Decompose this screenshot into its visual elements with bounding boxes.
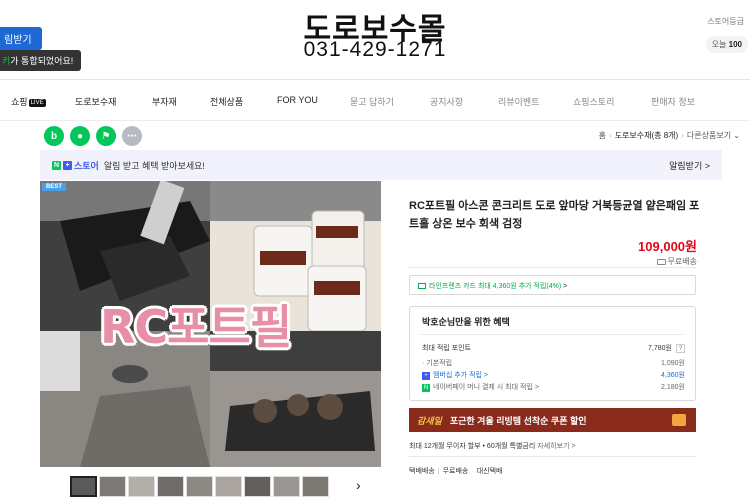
band-share-icon[interactable]: b (44, 126, 64, 146)
card-offer-prefix: 라인프렌즈 카드 최대 (429, 283, 493, 290)
basic-points-label: · 기본적립 (422, 360, 453, 367)
coupon-banner[interactable]: 감새일 포근한 겨울 리빙템 선착순 쿠폰 할인 (409, 408, 696, 432)
membership-points-value: 4,360원 (661, 372, 685, 379)
membership-points-label: + 멤버십 추가 적립 > (422, 370, 488, 380)
divider (409, 456, 696, 457)
delivery-note: 대신택배 (476, 468, 503, 475)
store-phone: 031-429-1271 (303, 38, 447, 61)
share-row: b ● ⚑ ⋯ (44, 126, 142, 146)
live-badge: LIVE (28, 99, 46, 107)
divider (420, 334, 685, 335)
thumbnail[interactable] (128, 476, 155, 497)
delivery-fee: 무료배송 (442, 468, 469, 475)
store-header: 도로보수몰 031-429-1271 림받기 키가 통합되었어요! 스토어등급 … (0, 0, 750, 80)
npay-points-row[interactable]: N 네이버페이 머니 결제 시 최대 적립 > 2,180원 (422, 382, 685, 392)
chevron-right-icon[interactable]: › (356, 477, 361, 493)
talk-share-icon[interactable]: ● (70, 126, 90, 146)
thumbnail[interactable] (186, 476, 213, 497)
naver-plus-logo: N + 스토어 (52, 160, 99, 171)
breadcrumb-home[interactable]: 홈 (599, 131, 606, 140)
banner-tag: 감새일 (417, 415, 442, 426)
thumbnail[interactable] (273, 476, 300, 497)
installment-info: 최대 12개월 무이자 할부 • 60개월 특별금리 자세히보기 > (409, 441, 575, 451)
nav-shopping-live[interactable]: 쇼핑 LIVE (11, 95, 46, 108)
product-price: 109,000원 (638, 239, 697, 254)
notice-brand: 스토어 (74, 160, 99, 171)
card-offer-button[interactable]: 라인프렌즈 카드 최대 4,360원 추가 적립(4%) > (409, 275, 696, 295)
naver-plus-icon: + (422, 372, 430, 380)
thumbnail[interactable] (302, 476, 329, 497)
image-caption: RC포트필 (100, 300, 292, 354)
nav-for-you[interactable]: FOR YOU (277, 95, 318, 105)
shipping-text: 무료배송 (667, 257, 697, 266)
truck-icon (656, 259, 666, 265)
npay-points-label: N 네이버페이 머니 결제 시 최대 적립 > (422, 384, 539, 392)
npay-points-value: 2,180원 (661, 384, 685, 391)
banner-text: 포근한 겨울 리빙템 선착순 쿠폰 할인 (449, 415, 587, 426)
card-offer-suffix: > (561, 283, 568, 290)
basic-points-value: 1,090원 (661, 360, 685, 367)
nav-notice[interactable]: 공지사항 (430, 95, 463, 108)
product-image[interactable]: BEST RC포트필 (40, 181, 381, 467)
gift-icon (672, 414, 686, 426)
product-title: RC포트필 아스콘 콘크리트 도로 앞마당 거북등균열 얕은패임 포트홀 상온 … (409, 200, 700, 230)
best-badge: BEST (42, 183, 67, 191)
naver-share-icon[interactable]: ⚑ (96, 126, 116, 146)
max-points-value: 7,780원 (648, 345, 672, 352)
help-icon[interactable]: ? (676, 344, 685, 353)
nav-label: 쇼핑 (11, 97, 28, 107)
today-label: 오늘 (711, 40, 727, 49)
breadcrumb-sort[interactable]: 다른상품보기 (687, 131, 731, 140)
max-points-row: 최대 적립 포인트 7,780원? (422, 343, 685, 353)
today-value: 100 (728, 40, 742, 49)
thumbnail[interactable] (70, 476, 97, 497)
chevron-down-icon: ⌄ (731, 131, 740, 140)
notice-subscribe-button[interactable]: 알림받기 > (669, 159, 710, 172)
nav-seller-info[interactable]: 판매자 정보 (651, 95, 695, 108)
nav-shopping-story[interactable]: 쇼핑스토리 (573, 95, 614, 108)
breadcrumb-category[interactable]: 도로보수재(총 8개) (615, 131, 679, 140)
notify-button[interactable]: 림받기 (0, 27, 42, 50)
card-icon (418, 283, 426, 289)
notice-text: 알림 받고 혜택 받아보세요! (103, 160, 205, 171)
notify-tooltip: 키가 통합되었어요! (0, 50, 82, 71)
tooltip-text: 가 통합되었어요! (10, 56, 74, 66)
store-page: 도로보수몰 031-429-1271 림받기 키가 통합되었어요! 스토어등급 … (0, 0, 750, 500)
delivery-method: 택배배송 (409, 468, 435, 475)
card-offer-highlight: 4,360원 추가 적립(4%) (492, 283, 562, 290)
benefit-title: 박호순님만을 위한 혜택 (422, 317, 510, 327)
installment-text: 최대 12개월 무이자 할부 • 60개월 특별금리 (409, 443, 536, 450)
shipping-info: 무료배송 (656, 256, 697, 267)
thumbnail[interactable] (215, 476, 242, 497)
npay-icon: N (422, 384, 430, 392)
delivery-info: 택배배송 | 무료배송 · 대신택배 (409, 468, 503, 475)
store-grade-label: 스토어등급 (707, 17, 744, 26)
benefit-panel: 박호순님만을 위한 혜택 최대 적립 포인트 7,780원? · 기본적립 1,… (409, 306, 696, 401)
thumbnail-strip (70, 476, 329, 497)
basic-points-row: · 기본적립 1,090원 (422, 358, 685, 368)
installment-detail-link[interactable]: 자세히보기 > (537, 443, 575, 450)
more-share-icon[interactable]: ⋯ (122, 126, 142, 146)
store-nav: 쇼핑 LIVE 도로보수재 부자재 전체상품 FOR YOU 묻고 답하기 공지사… (0, 81, 750, 121)
nav-road-repair[interactable]: 도로보수재 (75, 95, 116, 108)
divider (409, 267, 696, 268)
today-visitors: 오늘 100 (705, 36, 748, 53)
breadcrumb: 홈 › 도로보수재(총 8개) › 다른상품보기 ⌄ (598, 131, 740, 140)
nav-review-event[interactable]: 리뷰이벤트 (498, 95, 539, 108)
notify-banner: N + 스토어 알림 받고 혜택 받아보세요! 알림받기 > (40, 150, 722, 180)
thumbnail[interactable] (99, 476, 126, 497)
thumbnail[interactable] (157, 476, 184, 497)
thumbnail[interactable] (244, 476, 271, 497)
membership-points-row[interactable]: + 멤버십 추가 적립 > 4,360원 (422, 370, 685, 380)
nav-qna[interactable]: 묻고 답하기 (350, 95, 394, 108)
max-points-label: 최대 적립 포인트 (422, 345, 471, 352)
nav-all-products[interactable]: 전체상품 (210, 95, 243, 108)
nav-accessories[interactable]: 부자재 (152, 95, 177, 108)
